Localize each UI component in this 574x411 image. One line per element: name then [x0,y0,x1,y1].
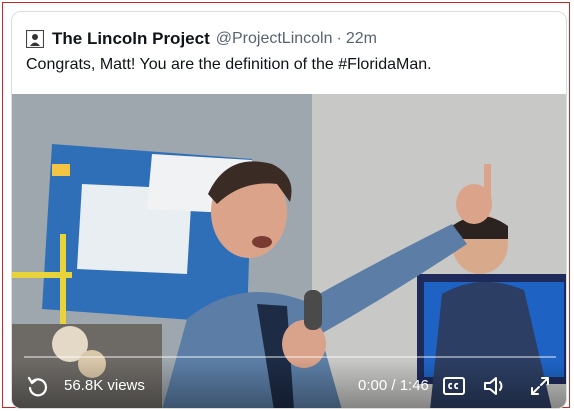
video-controls: 56.8K views 0:00 / 1:46 [12,360,566,408]
display-name[interactable]: The Lincoln Project [52,29,210,49]
video-player[interactable]: 56.8K views 0:00 / 1:46 [12,94,566,408]
user-handle[interactable]: @ProjectLincoln [216,30,333,48]
video-time-readout: 0:00 / 1:46 [358,377,429,394]
tweet-text: Congrats, Matt! You are the definition o… [26,56,432,73]
closed-captions-icon[interactable] [442,374,466,398]
replay-icon[interactable] [26,374,50,398]
volume-icon[interactable] [482,374,508,398]
tweet-card[interactable]: The Lincoln Project @ProjectLincoln · 22… [11,11,567,409]
tweet-header: The Lincoln Project @ProjectLincoln · 22… [26,28,377,50]
avatar[interactable] [26,30,44,48]
fullscreen-icon[interactable] [528,374,552,398]
portrait-icon [28,32,42,46]
separator-dot: · [336,30,342,47]
view-count: 56.8K views [64,377,145,394]
screenshot-frame: The Lincoln Project @ProjectLincoln · 22… [2,2,570,409]
tweet-timestamp[interactable]: 22m [346,30,377,48]
video-progress-bar[interactable] [24,356,556,358]
